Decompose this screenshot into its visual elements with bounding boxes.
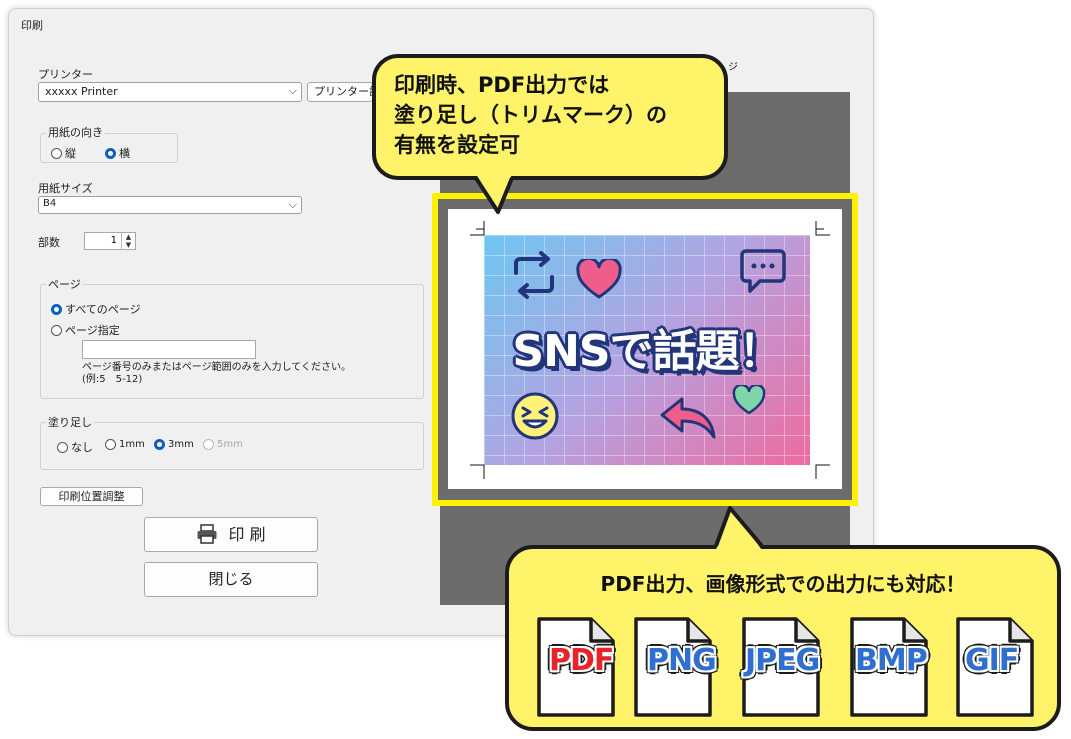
- page-hint-line1: ページ番号のみまたはページ範囲のみを入力してください。: [82, 362, 351, 373]
- printer-icon: [197, 524, 217, 544]
- copies-label: 部数: [38, 236, 60, 249]
- specify-pages-radio[interactable]: ページ指定: [51, 322, 120, 338]
- specify-pages-label: ページ指定: [65, 324, 120, 337]
- screenshot: 印刷 プリンター xxxxx Printer ⌵ プリンター設 ジ 用紙の向き …: [0, 0, 1071, 739]
- orientation-label: 用紙の向き: [46, 124, 105, 140]
- callout-bleed-line3: 有無を設定可: [394, 133, 520, 157]
- printer-settings-button[interactable]: プリンター設: [307, 82, 373, 102]
- printer-select[interactable]: xxxxx Printer ⌵: [38, 82, 302, 102]
- radio-icon: [203, 439, 214, 450]
- bleed-1mm-radio[interactable]: 1mm: [105, 439, 145, 450]
- bleed-5mm-radio: 5mm: [203, 439, 243, 450]
- spinner-icon[interactable]: ▲ ▼: [121, 233, 135, 249]
- printer-label: プリンター: [38, 68, 93, 81]
- print-button[interactable]: 印 刷: [144, 517, 318, 552]
- trim-marks: [470, 221, 830, 479]
- page-range-input[interactable]: [82, 340, 256, 359]
- callout-tail-icon: [714, 506, 764, 550]
- radio-selected-icon: [105, 147, 116, 159]
- callout-tail-icon: [474, 174, 514, 214]
- bleed-1mm-label: 1mm: [119, 439, 145, 450]
- dialog-title: 印刷: [21, 19, 43, 32]
- all-pages-radio[interactable]: すべてのページ: [51, 301, 141, 317]
- print-button-label: 印 刷: [228, 525, 266, 544]
- format-label-png: PNG: [647, 643, 717, 678]
- dropdown-arrow-icon: ⌵: [288, 84, 297, 97]
- page-hint-line2: (例:5 5-12): [82, 374, 143, 385]
- bleed-3mm-label: 3mm: [168, 439, 194, 450]
- radio-icon: [51, 147, 62, 159]
- callout-formats-text: PDF出力、画像形式での出力にも対応！: [600, 572, 966, 596]
- radio-selected-icon: [51, 303, 62, 315]
- format-label-bmp: BMP: [855, 643, 928, 678]
- preview-label: ジ: [728, 62, 738, 73]
- orientation-landscape-radio[interactable]: 横: [105, 145, 130, 161]
- callout-bleed-text: 印刷時、PDF出力では 塗り足し（トリムマーク）の 有無を設定可: [394, 70, 667, 160]
- bleed-none-label: なし: [71, 441, 93, 454]
- callout-bleed-line1: 印刷時、PDF出力では: [394, 73, 610, 97]
- paper-size-select[interactable]: B4 ⌵: [38, 196, 302, 214]
- format-label-jpeg: JPEG: [745, 643, 820, 678]
- dropdown-arrow-icon: ⌵: [288, 198, 297, 211]
- paper-size-label: 用紙サイズ: [38, 182, 93, 195]
- bleed-none-radio[interactable]: なし: [57, 439, 93, 455]
- radio-icon: [105, 439, 116, 450]
- bleed-5mm-label: 5mm: [217, 439, 243, 450]
- close-button[interactable]: 閉じる: [144, 562, 318, 597]
- radio-selected-icon: [154, 439, 165, 450]
- bleed-label: 塗り足し: [46, 414, 94, 430]
- callout-bleed-line2: 塗り足し（トリムマーク）の: [394, 103, 667, 127]
- page-label: ページ: [46, 276, 83, 292]
- radio-icon: [51, 324, 62, 336]
- all-pages-label: すべてのページ: [65, 303, 141, 316]
- copies-input[interactable]: 1 ▲ ▼: [84, 232, 136, 250]
- radio-icon: [57, 441, 68, 453]
- printer-select-value: xxxxx Printer: [45, 85, 118, 98]
- paper-size-value: B4: [43, 198, 57, 209]
- print-position-adjust-button[interactable]: 印刷位置調整: [40, 487, 143, 506]
- format-label-gif: GIF: [965, 643, 1019, 678]
- orientation-portrait-label: 縦: [65, 147, 76, 160]
- copies-value: 1: [110, 235, 117, 246]
- format-label-pdf: PDF: [549, 643, 614, 678]
- bleed-3mm-radio[interactable]: 3mm: [154, 439, 194, 450]
- orientation-portrait-radio[interactable]: 縦: [51, 145, 76, 161]
- orientation-landscape-label: 横: [119, 147, 130, 160]
